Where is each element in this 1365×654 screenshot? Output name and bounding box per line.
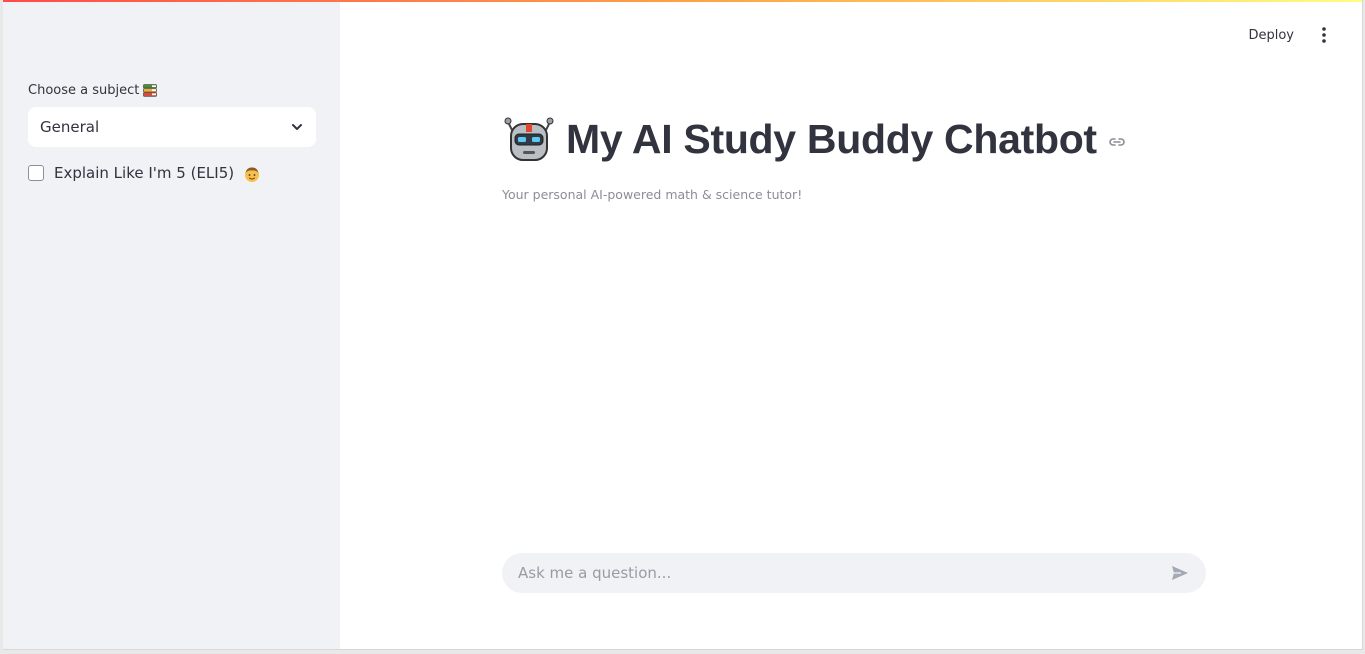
subject-select[interactable]: General: [28, 107, 316, 147]
books-icon: [143, 84, 158, 97]
anchor-link-icon[interactable]: [1107, 132, 1127, 152]
subject-select-label: Choose a subject: [28, 83, 158, 98]
header-decoration: [3, 0, 1362, 2]
eli5-label: Explain Like I'm 5 (ELI5): [54, 164, 261, 183]
chat-input-container: [502, 553, 1206, 593]
page-title: My AI Study Buddy Chatbot: [566, 115, 1097, 162]
taskbar-edge: [0, 650, 1365, 654]
app-window: Choose a subject General Explain Like I'…: [3, 0, 1363, 650]
send-icon[interactable]: [1170, 563, 1190, 583]
subject-label-text: Choose a subject: [28, 83, 140, 98]
top-toolbar: Deploy: [1248, 24, 1332, 46]
title-row: My AI Study Buddy Chatbot: [502, 112, 1127, 166]
deploy-button[interactable]: Deploy: [1248, 28, 1294, 43]
subject-select-value: General: [40, 118, 100, 136]
chevron-down-icon: [292, 124, 302, 130]
eli5-checkbox-row[interactable]: Explain Like I'm 5 (ELI5): [28, 164, 261, 183]
eli5-label-text: Explain Like I'm 5 (ELI5): [54, 164, 235, 182]
chat-input[interactable]: [518, 564, 1170, 582]
vertical-ellipsis-icon[interactable]: [1316, 24, 1332, 46]
page-subtitle: Your personal AI-powered math & science …: [502, 187, 803, 202]
main-content: Deploy My AI Study Buddy Chatbot Your pe…: [340, 0, 1362, 649]
sidebar: Choose a subject General Explain Like I'…: [3, 0, 340, 649]
eli5-checkbox[interactable]: [28, 165, 44, 182]
robot-icon: [504, 117, 554, 161]
child-icon: [244, 166, 259, 182]
